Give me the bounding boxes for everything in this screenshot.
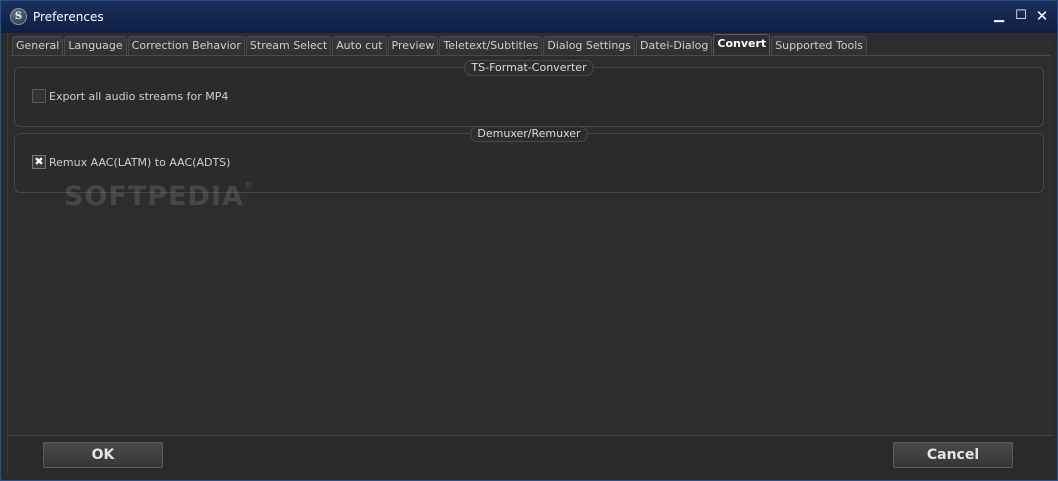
- convert-tab-pane: TS-Format-Converter Export all audio str…: [10, 55, 1050, 434]
- tab-datei-dialog[interactable]: Datei-Dialog: [636, 36, 713, 55]
- app-logo-icon: S: [10, 8, 27, 25]
- export-audio-option[interactable]: Export all audio streams for MP4: [32, 88, 228, 104]
- preferences-window: S Preferences ▁ ☐ ✕ General Language Cor…: [0, 0, 1058, 481]
- tab-correction-behavior[interactable]: Correction Behavior: [127, 36, 245, 55]
- tab-bar: General Language Correction Behavior Str…: [12, 34, 868, 55]
- window-title: Preferences: [33, 10, 104, 24]
- export-audio-checkbox[interactable]: [32, 89, 46, 103]
- remux-aac-checkbox[interactable]: ✖: [32, 155, 46, 169]
- tab-teletext-subtitles[interactable]: Teletext/Subtitles: [439, 36, 543, 55]
- close-icon[interactable]: ✕: [1034, 8, 1050, 24]
- watermark-text: SOFTPEDIA: [64, 181, 244, 212]
- minimize-icon[interactable]: ▁: [991, 8, 1007, 24]
- tab-language[interactable]: Language: [64, 36, 127, 55]
- remux-aac-label[interactable]: Remux AAC(LATM) to AAC(ADTS): [49, 156, 230, 169]
- export-audio-label[interactable]: Export all audio streams for MP4: [49, 90, 228, 103]
- softpedia-watermark: SOFTPEDIA®: [64, 181, 254, 212]
- maximize-icon[interactable]: ☐: [1013, 8, 1029, 24]
- ok-button[interactable]: OK: [43, 442, 163, 468]
- dialog-button-bar: OK Cancel: [8, 435, 1052, 476]
- ts-format-converter-group: TS-Format-Converter Export all audio str…: [14, 60, 1044, 127]
- tab-preview[interactable]: Preview: [387, 36, 439, 55]
- watermark-registered-mark: ®: [243, 181, 254, 191]
- group-title-demuxer-remuxer: Demuxer/Remuxer: [470, 126, 588, 142]
- tab-general[interactable]: General: [12, 36, 64, 55]
- tab-dialog-settings[interactable]: Dialog Settings: [543, 36, 636, 55]
- tab-auto-cut[interactable]: Auto cut: [332, 36, 387, 55]
- tab-convert[interactable]: Convert: [713, 34, 771, 55]
- remux-aac-option[interactable]: ✖ Remux AAC(LATM) to AAC(ADTS): [32, 154, 230, 170]
- checkmark-icon: ✖: [34, 155, 44, 168]
- tab-stream-select[interactable]: Stream Select: [245, 36, 332, 55]
- title-bar[interactable]: S Preferences ▁ ☐ ✕: [1, 1, 1057, 33]
- group-title-ts-format-converter: TS-Format-Converter: [464, 60, 594, 76]
- dialog-client-area: General Language Correction Behavior Str…: [7, 33, 1052, 476]
- tab-supported-tools[interactable]: Supported Tools: [771, 36, 867, 55]
- cancel-button[interactable]: Cancel: [893, 442, 1013, 468]
